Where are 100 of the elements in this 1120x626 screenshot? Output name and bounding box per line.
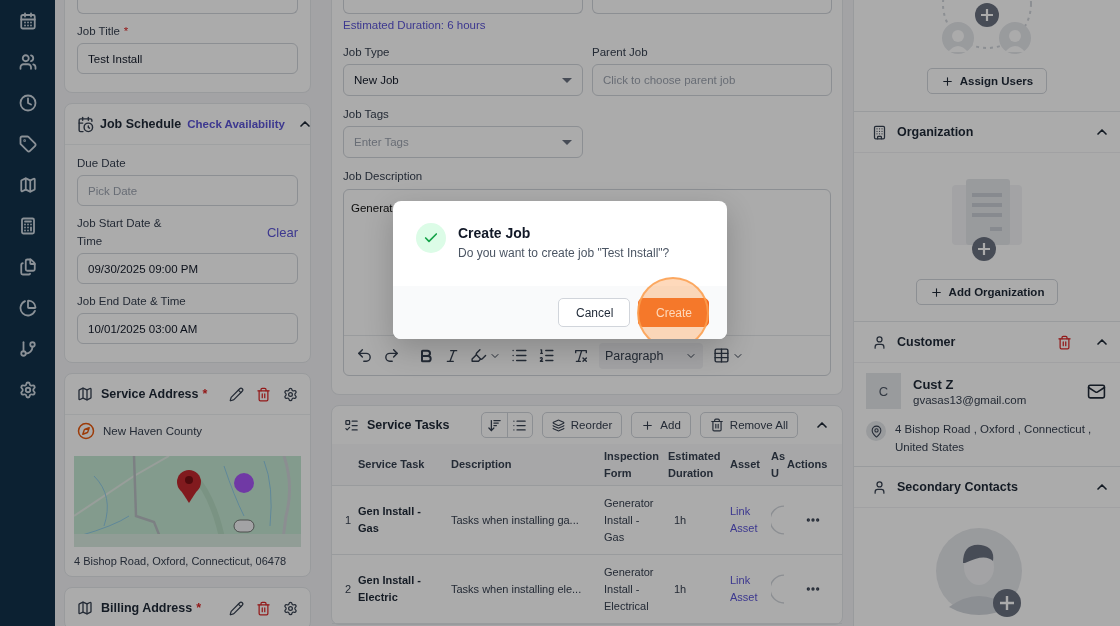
section-title: Job Schedule (100, 117, 182, 131)
undo-icon[interactable] (356, 347, 373, 364)
trash-icon (709, 418, 724, 432)
check-icon (416, 223, 446, 253)
estimated-duration-text: Estimated Duration: 6 hours (343, 18, 487, 33)
link-asset-link[interactable]: Link Asset (730, 572, 764, 606)
field-label: Parent Job (592, 45, 649, 60)
files-icon[interactable] (18, 258, 37, 276)
section-title: Service Tasks (367, 418, 451, 432)
sort-icon (487, 417, 503, 433)
italic-icon[interactable] (444, 347, 460, 364)
county-text: New Haven County (103, 425, 203, 437)
redo-icon[interactable] (383, 347, 400, 364)
edit-icon[interactable] (229, 600, 244, 616)
settings-icon[interactable] (283, 386, 298, 402)
table-cell: 1h (668, 486, 730, 555)
plus-icon (641, 418, 655, 432)
toolbar-button[interactable]: Add (631, 412, 691, 438)
clock-icon[interactable] (18, 94, 37, 112)
user-icon (872, 334, 887, 350)
delete-icon[interactable] (256, 600, 271, 616)
section-title: Customer (897, 335, 956, 349)
table-cell: 1h (668, 555, 730, 624)
field-label: Job End Date & Time (77, 294, 186, 309)
table-icon[interactable] (713, 347, 730, 364)
bullet-list-icon[interactable] (511, 347, 528, 364)
table-cell: 1 (332, 486, 358, 555)
customer-name: Cust Z (913, 376, 955, 392)
highlighter-icon[interactable] (470, 347, 487, 364)
clear-link[interactable]: Clear (266, 224, 298, 240)
column-header: Inspection Form (604, 444, 668, 486)
column-header: As U (771, 444, 787, 486)
column-header: Estimated Duration (668, 444, 730, 486)
mail-icon[interactable] (1087, 381, 1106, 401)
customer-email: gvasas13@gmail.com (913, 393, 1028, 406)
plus-icon (929, 285, 943, 299)
date-field[interactable]: 10/01/2025 03:00 AM (77, 313, 298, 344)
link-asset-link[interactable]: Link Asset (730, 503, 764, 537)
dialog-title: Create Job (458, 225, 532, 241)
section-title: Billing Address * (101, 601, 202, 615)
edit-icon[interactable] (229, 386, 244, 402)
delete-icon[interactable] (256, 386, 271, 402)
clear-format-icon[interactable] (573, 347, 589, 364)
address-text: 4 Bishop Road, Oxford, Connecticut, 06478 (73, 554, 288, 569)
select-field[interactable]: New Job (343, 64, 583, 96)
checklist-icon (344, 417, 359, 433)
column-header: Service Task (358, 444, 451, 486)
users-icon[interactable] (18, 53, 37, 71)
table-cell: Gen Install - Gas (358, 486, 451, 555)
paragraph-select[interactable]: Paragraph (599, 342, 703, 369)
plus-icon (940, 74, 954, 88)
table-cell: Tasks when installing ga... (451, 486, 604, 555)
pie-chart-icon[interactable] (18, 299, 37, 317)
table-cell: Generator Install - Electrical (604, 555, 668, 624)
dialog-message: Do you want to create job "Test Install"? (458, 246, 670, 260)
assign-users-button[interactable]: Assign Users (926, 68, 1048, 94)
table-cell: Gen Install - Electric (358, 555, 451, 624)
section-title: Organization (897, 125, 974, 139)
table-cell: Generator Install - Gas (604, 486, 668, 555)
select-field[interactable] (343, 0, 583, 14)
field-label: Job Start Date & Time (77, 216, 163, 249)
layers-icon (551, 418, 565, 432)
dropdown-caret-icon (562, 139, 572, 145)
cancel-button[interactable]: Cancel (558, 298, 630, 327)
settings-icon[interactable] (283, 600, 298, 616)
field-label: Job Tags (343, 107, 390, 122)
calendar-icon[interactable] (18, 12, 37, 30)
numbered-list-icon[interactable] (538, 347, 555, 364)
toolbar-button[interactable]: Remove All (699, 412, 798, 438)
location-pin-icon (866, 421, 886, 441)
avatar-outline-icon (771, 573, 784, 605)
map-icon[interactable] (18, 176, 37, 194)
user-icon (872, 479, 887, 495)
map-icon (77, 600, 93, 616)
section-title: Secondary Contacts (897, 480, 1018, 494)
branch-icon[interactable] (18, 340, 37, 358)
check-availability-link[interactable]: Check Availability (187, 118, 285, 130)
date-field[interactable]: 09/30/2025 09:00 PM (77, 253, 298, 284)
select-field[interactable] (592, 0, 832, 14)
job-title-field[interactable]: Test Install (77, 43, 298, 74)
field-label: Due Date (77, 156, 126, 171)
list-icon (512, 417, 528, 433)
field-label: Job Title * (77, 24, 130, 39)
field-label: Job Type (343, 45, 391, 60)
calendar-clock-icon (77, 115, 94, 133)
toolbar-button[interactable]: Reorder (541, 412, 623, 438)
add-organization-button[interactable]: Add Organization (915, 279, 1059, 305)
customer-address: 4 Bishop Road , Oxford , Connecticut , United States (895, 422, 1093, 455)
calculator-icon[interactable] (18, 217, 37, 235)
prefix-field[interactable] (77, 0, 298, 14)
column-header: Actions (787, 444, 842, 486)
column-header: Description (451, 444, 604, 486)
map-icon (77, 386, 93, 402)
delete-icon[interactable] (1057, 334, 1072, 350)
compass-icon (77, 422, 95, 440)
field-label: Job Description (343, 169, 424, 184)
bold-icon[interactable] (418, 347, 434, 364)
tag-icon[interactable] (18, 135, 37, 153)
customer-avatar: C (866, 373, 901, 409)
dropdown-caret-icon (562, 77, 572, 83)
